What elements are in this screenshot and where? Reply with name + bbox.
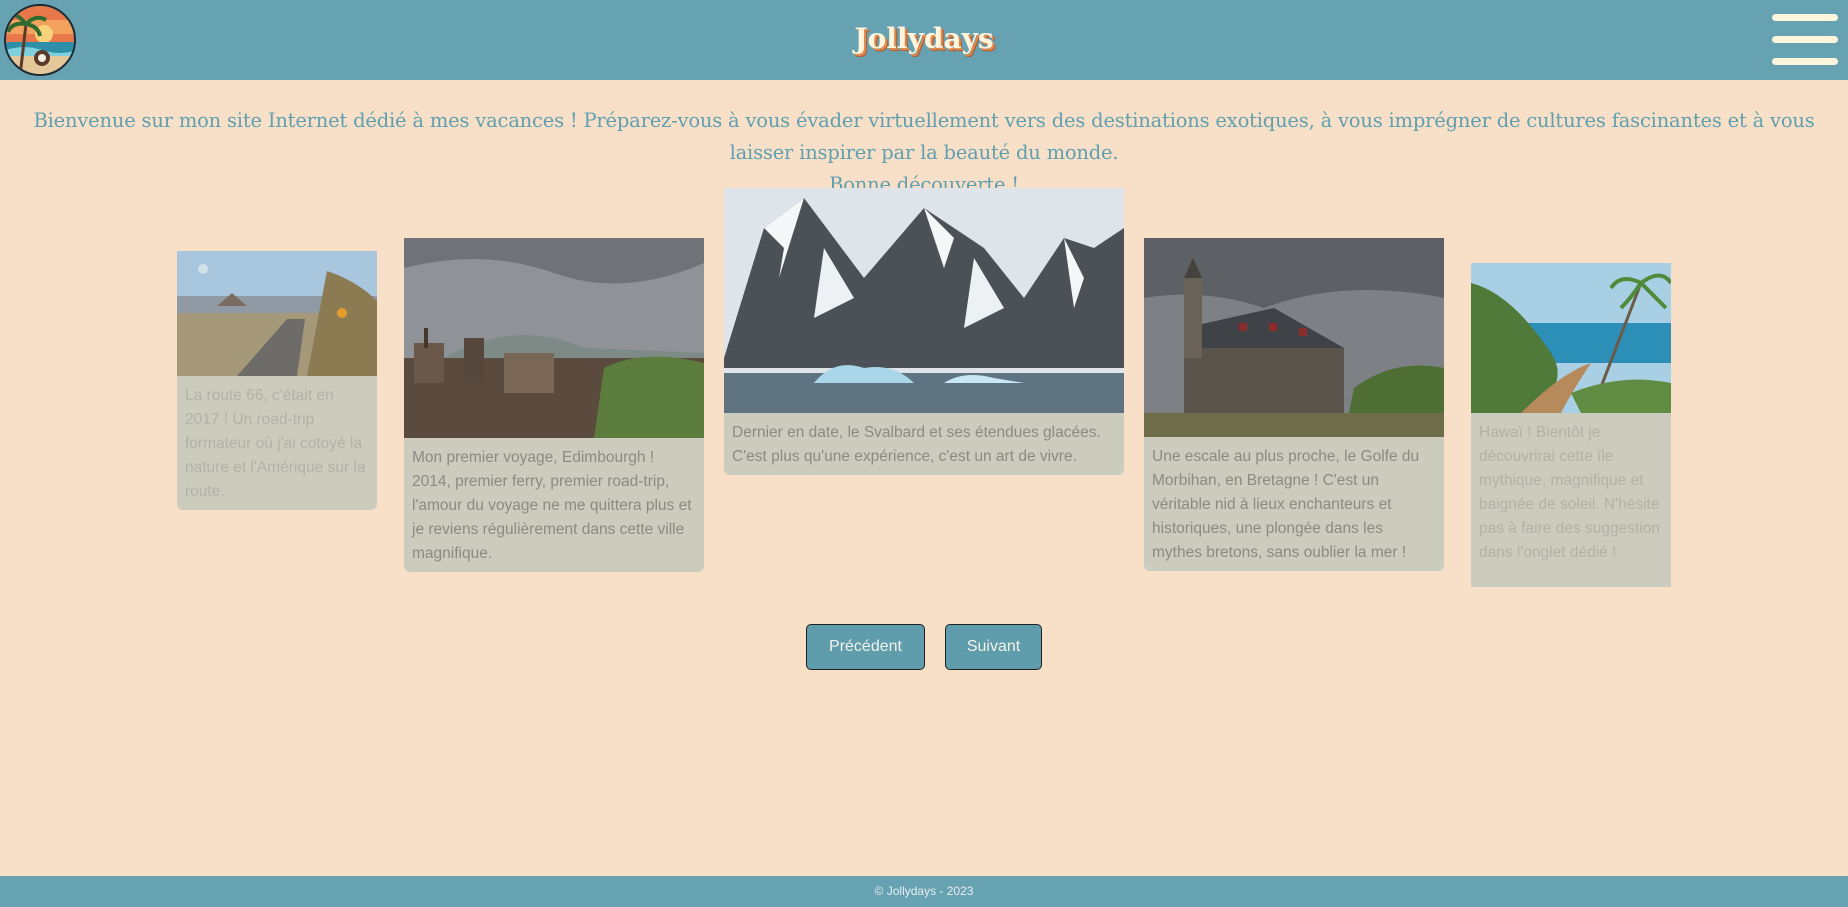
carousel-card-hawaii: Hawaï ! Bientôt je découvrirai cette île…: [1471, 263, 1671, 587]
card-text: Hawaï ! Bientôt je découvrirai cette île…: [1479, 424, 1660, 561]
route-66-desert-road-photo: [177, 251, 377, 376]
morbihan-chapel-photo: [1144, 238, 1444, 437]
carousel-card-svalbard: Dernier en date, le Svalbard et ses éten…: [724, 188, 1124, 475]
card-text: Une escale au plus proche, le Golfe du M…: [1152, 448, 1420, 561]
site-footer: © Jollydays - 2023: [0, 876, 1848, 907]
card-text: La route 66, c'était en 2017 ! Un road-t…: [185, 387, 366, 500]
previous-button[interactable]: Précédent: [806, 624, 925, 670]
site-header: Jollydays: [0, 0, 1848, 80]
carousel-card-morbihan: Une escale au plus proche, le Golfe du M…: [1144, 238, 1444, 571]
next-button[interactable]: Suivant: [945, 624, 1042, 670]
hawaii-coast-trail-photo: [1471, 263, 1671, 413]
intro-line-1: Bienvenue sur mon site Internet dédié à …: [33, 109, 1815, 164]
card-text: Dernier en date, le Svalbard et ses éten…: [732, 424, 1101, 465]
carousel-card-edinburgh: Mon premier voyage, Edimbourgh ! 2014, p…: [404, 238, 704, 572]
edinburgh-city-photo: [404, 238, 704, 438]
svalbard-glacier-photo: [724, 188, 1124, 413]
site-brand-title[interactable]: Jollydays: [0, 22, 1848, 55]
card-text: Mon premier voyage, Edimbourgh ! 2014, p…: [412, 449, 692, 562]
carousel-card-route-66: La route 66, c'était en 2017 ! Un road-t…: [177, 251, 377, 510]
footer-copyright: © Jollydays - 2023: [874, 884, 974, 898]
intro-text: Bienvenue sur mon site Internet dédié à …: [30, 105, 1818, 201]
hamburger-menu-icon[interactable]: [1772, 14, 1838, 66]
